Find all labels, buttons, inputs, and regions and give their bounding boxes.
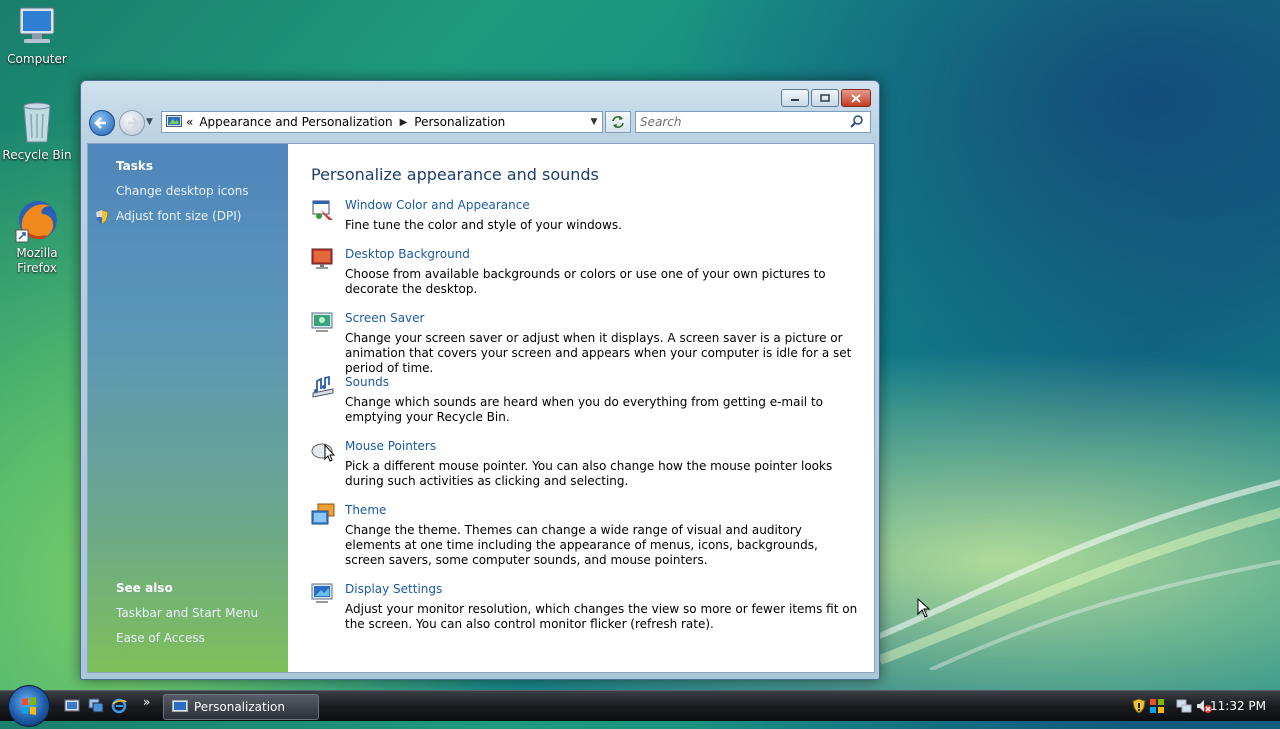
breadcrumb-appearance-and-personalization[interactable]: Appearance and Personalization (199, 115, 392, 129)
address-dropdown-button[interactable]: ▼ (586, 117, 602, 127)
search-input[interactable] (636, 113, 849, 131)
desktop-icon-computer[interactable]: Computer (0, 4, 74, 66)
security-shield-icon[interactable] (1131, 698, 1147, 714)
back-arrow-icon (94, 117, 106, 129)
option-title[interactable]: Sounds (345, 375, 389, 389)
desktop-icon-label: Mozilla Firefox (16, 246, 58, 275)
window-controls (781, 89, 871, 107)
window-content: Tasks Change desktop icons Adjust font s… (87, 143, 875, 673)
task-link-adjust-font-size[interactable]: Adjust font size (DPI) (116, 209, 241, 223)
minimize-icon (791, 99, 799, 101)
address-bar[interactable]: « Appearance and Personalization ▶ Perso… (161, 111, 603, 133)
option-description: Change your screen saver or adjust when … (345, 331, 852, 375)
option-title[interactable]: Mouse Pointers (345, 439, 436, 453)
desktop-icon-label: Computer (7, 52, 67, 66)
uac-shield-icon (96, 210, 108, 224)
windows-update-icon[interactable] (1149, 698, 1165, 714)
control-panel-icon (172, 700, 188, 712)
back-button[interactable] (89, 110, 115, 136)
show-desktop-icon[interactable] (64, 698, 80, 714)
desktop-icon-label: Recycle Bin (2, 148, 72, 162)
search-icon[interactable] (849, 114, 865, 130)
breadcrumb-separator-icon[interactable]: ▶ (400, 117, 408, 128)
see-also-link-taskbar[interactable]: Taskbar and Start Menu (116, 606, 258, 620)
sounds-icon (312, 375, 334, 398)
window-color-icon (312, 200, 333, 220)
personalization-window: ▼ « Appearance and Personalization ▶ Per… (80, 80, 880, 680)
breadcrumb-personalization[interactable]: Personalization (414, 115, 505, 129)
option-title[interactable]: Window Color and Appearance (345, 198, 530, 212)
main-pane: Personalize appearance and sounds Window… (288, 144, 874, 672)
switch-windows-icon[interactable] (88, 698, 104, 714)
close-button[interactable] (841, 89, 871, 107)
refresh-button[interactable] (605, 111, 631, 133)
display-settings-icon (311, 583, 333, 603)
task-link-change-desktop-icons[interactable]: Change desktop icons (116, 184, 249, 198)
see-also-link-ease-of-access[interactable]: Ease of Access (116, 631, 205, 645)
firefox-icon (14, 198, 60, 244)
forward-arrow-icon (128, 117, 140, 129)
mouse-cursor-icon (917, 598, 931, 618)
minimize-button[interactable] (781, 89, 809, 107)
theme-icon (311, 503, 335, 525)
taskbar-button-label: Personalization (194, 700, 285, 714)
desktop-icon-firefox[interactable]: Mozilla Firefox (0, 198, 74, 276)
tasks-heading: Tasks (116, 159, 154, 173)
recycle-bin-icon (14, 100, 60, 146)
computer-icon (14, 4, 60, 50)
system-clock[interactable]: 11:32 PM (1210, 699, 1266, 713)
option-title[interactable]: Desktop Background (345, 247, 470, 261)
desktop-background-icon (311, 248, 333, 269)
page-title: Personalize appearance and sounds (311, 165, 599, 184)
see-also-heading: See also (116, 581, 173, 595)
forward-button[interactable] (119, 110, 145, 136)
control-panel-icon (166, 115, 182, 127)
close-icon (851, 93, 861, 103)
taskbar-button-personalization[interactable]: Personalization (163, 694, 319, 720)
option-description: Change which sounds are heard when you d… (345, 395, 823, 424)
option-description: Choose from available backgrounds or col… (345, 267, 826, 296)
task-pane: Tasks Change desktop icons Adjust font s… (88, 144, 288, 672)
option-title[interactable]: Screen Saver (345, 311, 424, 325)
taskbar: » Personalization 11:32 PM (0, 685, 1280, 727)
navigation-bar: ▼ « Appearance and Personalization ▶ Per… (87, 109, 871, 137)
option-title[interactable]: Display Settings (345, 582, 442, 596)
desktop-icon-recycle-bin[interactable]: Recycle Bin (0, 100, 74, 162)
refresh-icon (612, 116, 624, 128)
option-description: Change the theme. Themes can change a wi… (345, 523, 818, 567)
start-button[interactable] (8, 685, 50, 727)
option-title[interactable]: Theme (345, 503, 386, 517)
quick-launch-overflow[interactable]: » (143, 695, 150, 709)
breadcrumb-overflow[interactable]: « (186, 115, 193, 129)
internet-explorer-icon[interactable] (111, 698, 127, 714)
search-box (635, 111, 871, 133)
option-description: Adjust your monitor resolution, which ch… (345, 602, 858, 631)
windows-logo-icon (22, 697, 36, 715)
maximize-button[interactable] (811, 89, 839, 107)
mouse-pointers-icon (311, 443, 335, 462)
wallpaper-swoosh (870, 479, 1280, 670)
maximize-icon (820, 94, 830, 102)
network-icon[interactable] (1176, 698, 1192, 714)
screen-saver-icon (311, 312, 333, 332)
option-description: Pick a different mouse pointer. You can … (345, 459, 833, 488)
option-description: Fine tune the color and style of your wi… (345, 218, 622, 232)
recent-pages-dropdown[interactable]: ▼ (146, 117, 153, 127)
